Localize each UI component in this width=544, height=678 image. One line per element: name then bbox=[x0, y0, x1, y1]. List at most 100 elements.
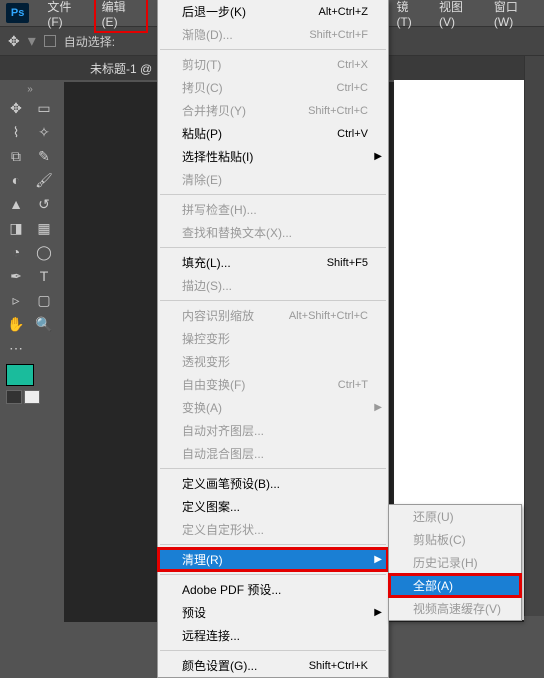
menu-item-label: 操控变形 bbox=[182, 330, 230, 347]
menu-shortcut: Ctrl+C bbox=[337, 82, 368, 94]
menu-item-label: 变换(A) bbox=[182, 399, 222, 416]
ps-logo: Ps bbox=[6, 3, 29, 23]
shape-tool[interactable]: ▢ bbox=[30, 288, 58, 312]
menu-item-label: 颜色设置(G)... bbox=[182, 657, 257, 674]
menu-item[interactable]: 选择性粘贴(I) ▶ bbox=[158, 145, 388, 168]
brush-tool[interactable]: 🖌 bbox=[30, 168, 58, 192]
menu-separator bbox=[160, 300, 386, 301]
auto-select-checkbox[interactable] bbox=[44, 35, 56, 47]
menu-item: 自动混合图层... bbox=[158, 442, 388, 465]
menu-item: 历史记录(H) bbox=[389, 551, 521, 574]
menu-item: 自动对齐图层... bbox=[158, 419, 388, 442]
menu-shortcut: Shift+Ctrl+C bbox=[308, 105, 368, 117]
menu-item: 视频高速缓存(V) bbox=[389, 597, 521, 620]
history-brush-tool[interactable]: ↺ bbox=[30, 192, 58, 216]
menu-file[interactable]: 文件(F) bbox=[39, 0, 93, 33]
move-tool[interactable]: ✥ bbox=[2, 96, 30, 120]
toolbox: » ✥ ▭ ⌇ ✧ ⧉ ✎ ◐ 🖌 ▲ ↺ ◨ ▦ ◔ ◯ ✒ T ▹ ▢ ✋ … bbox=[0, 82, 60, 410]
submenu-arrow-icon: ▶ bbox=[374, 151, 382, 162]
submenu-arrow-icon: ▶ bbox=[374, 402, 382, 413]
menu-separator bbox=[160, 574, 386, 575]
blur-tool[interactable]: ◔ bbox=[2, 240, 30, 264]
menu-shortcut: Ctrl+T bbox=[338, 379, 368, 391]
stamp-tool[interactable]: ▲ bbox=[2, 192, 30, 216]
menu-item: 变换(A) ▶ bbox=[158, 396, 388, 419]
menu-shortcut: Ctrl+X bbox=[337, 59, 368, 71]
pen-tool[interactable]: ✒ bbox=[2, 264, 30, 288]
type-tool[interactable]: T bbox=[30, 264, 58, 288]
menu-item[interactable]: 定义画笔预设(B)... bbox=[158, 472, 388, 495]
dodge-tool[interactable]: ◯ bbox=[30, 240, 58, 264]
menu-item-label: 透视变形 bbox=[182, 353, 230, 370]
menu-item: 剪贴板(C) bbox=[389, 528, 521, 551]
menu-item-label: 选择性粘贴(I) bbox=[182, 148, 253, 165]
crop-tool[interactable]: ⧉ bbox=[2, 144, 30, 168]
menu-item[interactable]: 远程连接... bbox=[158, 624, 388, 647]
menu-item: 还原(U) bbox=[389, 505, 521, 528]
menu-shortcut: Ctrl+V bbox=[337, 128, 368, 140]
menu-shortcut: Alt+Ctrl+Z bbox=[318, 6, 368, 18]
menu-item[interactable]: 全部(A) bbox=[389, 574, 521, 597]
menu-item[interactable]: 清理(R)▶ bbox=[158, 548, 388, 571]
menu-item-label: 拼写检查(H)... bbox=[182, 201, 257, 218]
eraser-tool[interactable]: ◨ bbox=[2, 216, 30, 240]
menu-item-label: 自动混合图层... bbox=[182, 445, 264, 462]
menu-item[interactable]: 颜色设置(G)...Shift+Ctrl+K bbox=[158, 654, 388, 677]
edit-menu-dropdown: 后退一步(K)Alt+Ctrl+Z渐隐(D)...Shift+Ctrl+F剪切(… bbox=[157, 0, 389, 678]
mini-swatch-2[interactable] bbox=[24, 390, 40, 404]
menu-edit[interactable]: 编辑(E) bbox=[94, 0, 149, 33]
menu-view[interactable]: 视图(V) bbox=[431, 0, 486, 33]
path-tool[interactable]: ▹ bbox=[2, 288, 30, 312]
document-tab[interactable]: 未标题-1 @ bbox=[80, 56, 162, 81]
menu-item-label: 定义图案... bbox=[182, 498, 240, 515]
menu-item[interactable]: 粘贴(P)Ctrl+V bbox=[158, 122, 388, 145]
auto-select-label: 自动选择: bbox=[64, 33, 115, 50]
menu-item: 自由变换(F)Ctrl+T bbox=[158, 373, 388, 396]
toolbox-expand[interactable]: » bbox=[2, 84, 58, 96]
menu-item-label: 视频高速缓存(V) bbox=[413, 600, 501, 617]
menu-separator bbox=[160, 194, 386, 195]
menu-item[interactable]: 后退一步(K) Alt+Ctrl+Z bbox=[158, 0, 388, 23]
menu-item: 定义自定形状... bbox=[158, 518, 388, 541]
marquee-tool[interactable]: ▭ bbox=[30, 96, 58, 120]
heal-tool[interactable]: ◐ bbox=[2, 168, 30, 192]
menu-item-label: 内容识别缩放 bbox=[182, 307, 254, 324]
menu-shortcut: Alt+Shift+Ctrl+C bbox=[289, 310, 368, 322]
menu-item-label: 渐隐(D)... bbox=[182, 26, 233, 43]
menu-item-label: 定义自定形状... bbox=[182, 521, 264, 538]
menu-item-label: 全部(A) bbox=[413, 577, 453, 594]
menu-item-label: 还原(U) bbox=[413, 508, 454, 525]
menu-separator bbox=[160, 49, 386, 50]
hand-tool[interactable]: ✋ bbox=[2, 312, 30, 336]
foreground-swatch[interactable] bbox=[6, 364, 34, 386]
menu-item: 合并拷贝(Y)Shift+Ctrl+C bbox=[158, 99, 388, 122]
zoom-tool[interactable]: 🔍 bbox=[30, 312, 58, 336]
wand-tool[interactable]: ✧ bbox=[30, 120, 58, 144]
menu-item[interactable]: Adobe PDF 预设... bbox=[158, 578, 388, 601]
gradient-tool[interactable]: ▦ bbox=[30, 216, 58, 240]
menu-item-label: 远程连接... bbox=[182, 627, 240, 644]
menu-item-label: Adobe PDF 预设... bbox=[182, 581, 281, 598]
panels-strip[interactable] bbox=[524, 56, 544, 616]
menu-item[interactable]: 预设▶ bbox=[158, 601, 388, 624]
menu-separator bbox=[160, 247, 386, 248]
menu-window[interactable]: 窗口(W) bbox=[486, 0, 544, 33]
menu-shortcut: Shift+F5 bbox=[327, 257, 368, 269]
menu-item: 清除(E) bbox=[158, 168, 388, 191]
lasso-tool[interactable]: ⌇ bbox=[2, 120, 30, 144]
extra-tool[interactable]: ⋯ bbox=[2, 336, 30, 360]
menu-item[interactable]: 定义图案... bbox=[158, 495, 388, 518]
menu-item[interactable]: 填充(L)...Shift+F5 bbox=[158, 251, 388, 274]
menu-filter[interactable]: 镜(T) bbox=[388, 0, 431, 33]
menu-item: 拷贝(C)Ctrl+C bbox=[158, 76, 388, 99]
menu-item-label: 后退一步(K) bbox=[182, 3, 246, 20]
menu-item-label: 历史记录(H) bbox=[413, 554, 478, 571]
menu-item-label: 描边(S)... bbox=[182, 277, 232, 294]
menu-separator bbox=[160, 650, 386, 651]
menu-separator bbox=[160, 468, 386, 469]
menu-item: 剪切(T)Ctrl+X bbox=[158, 53, 388, 76]
mini-swatch-1[interactable] bbox=[6, 390, 22, 404]
menu-item-label: 定义画笔预设(B)... bbox=[182, 475, 280, 492]
eyedropper-tool[interactable]: ✎ bbox=[30, 144, 58, 168]
menu-item-label: 查找和替换文本(X)... bbox=[182, 224, 292, 241]
